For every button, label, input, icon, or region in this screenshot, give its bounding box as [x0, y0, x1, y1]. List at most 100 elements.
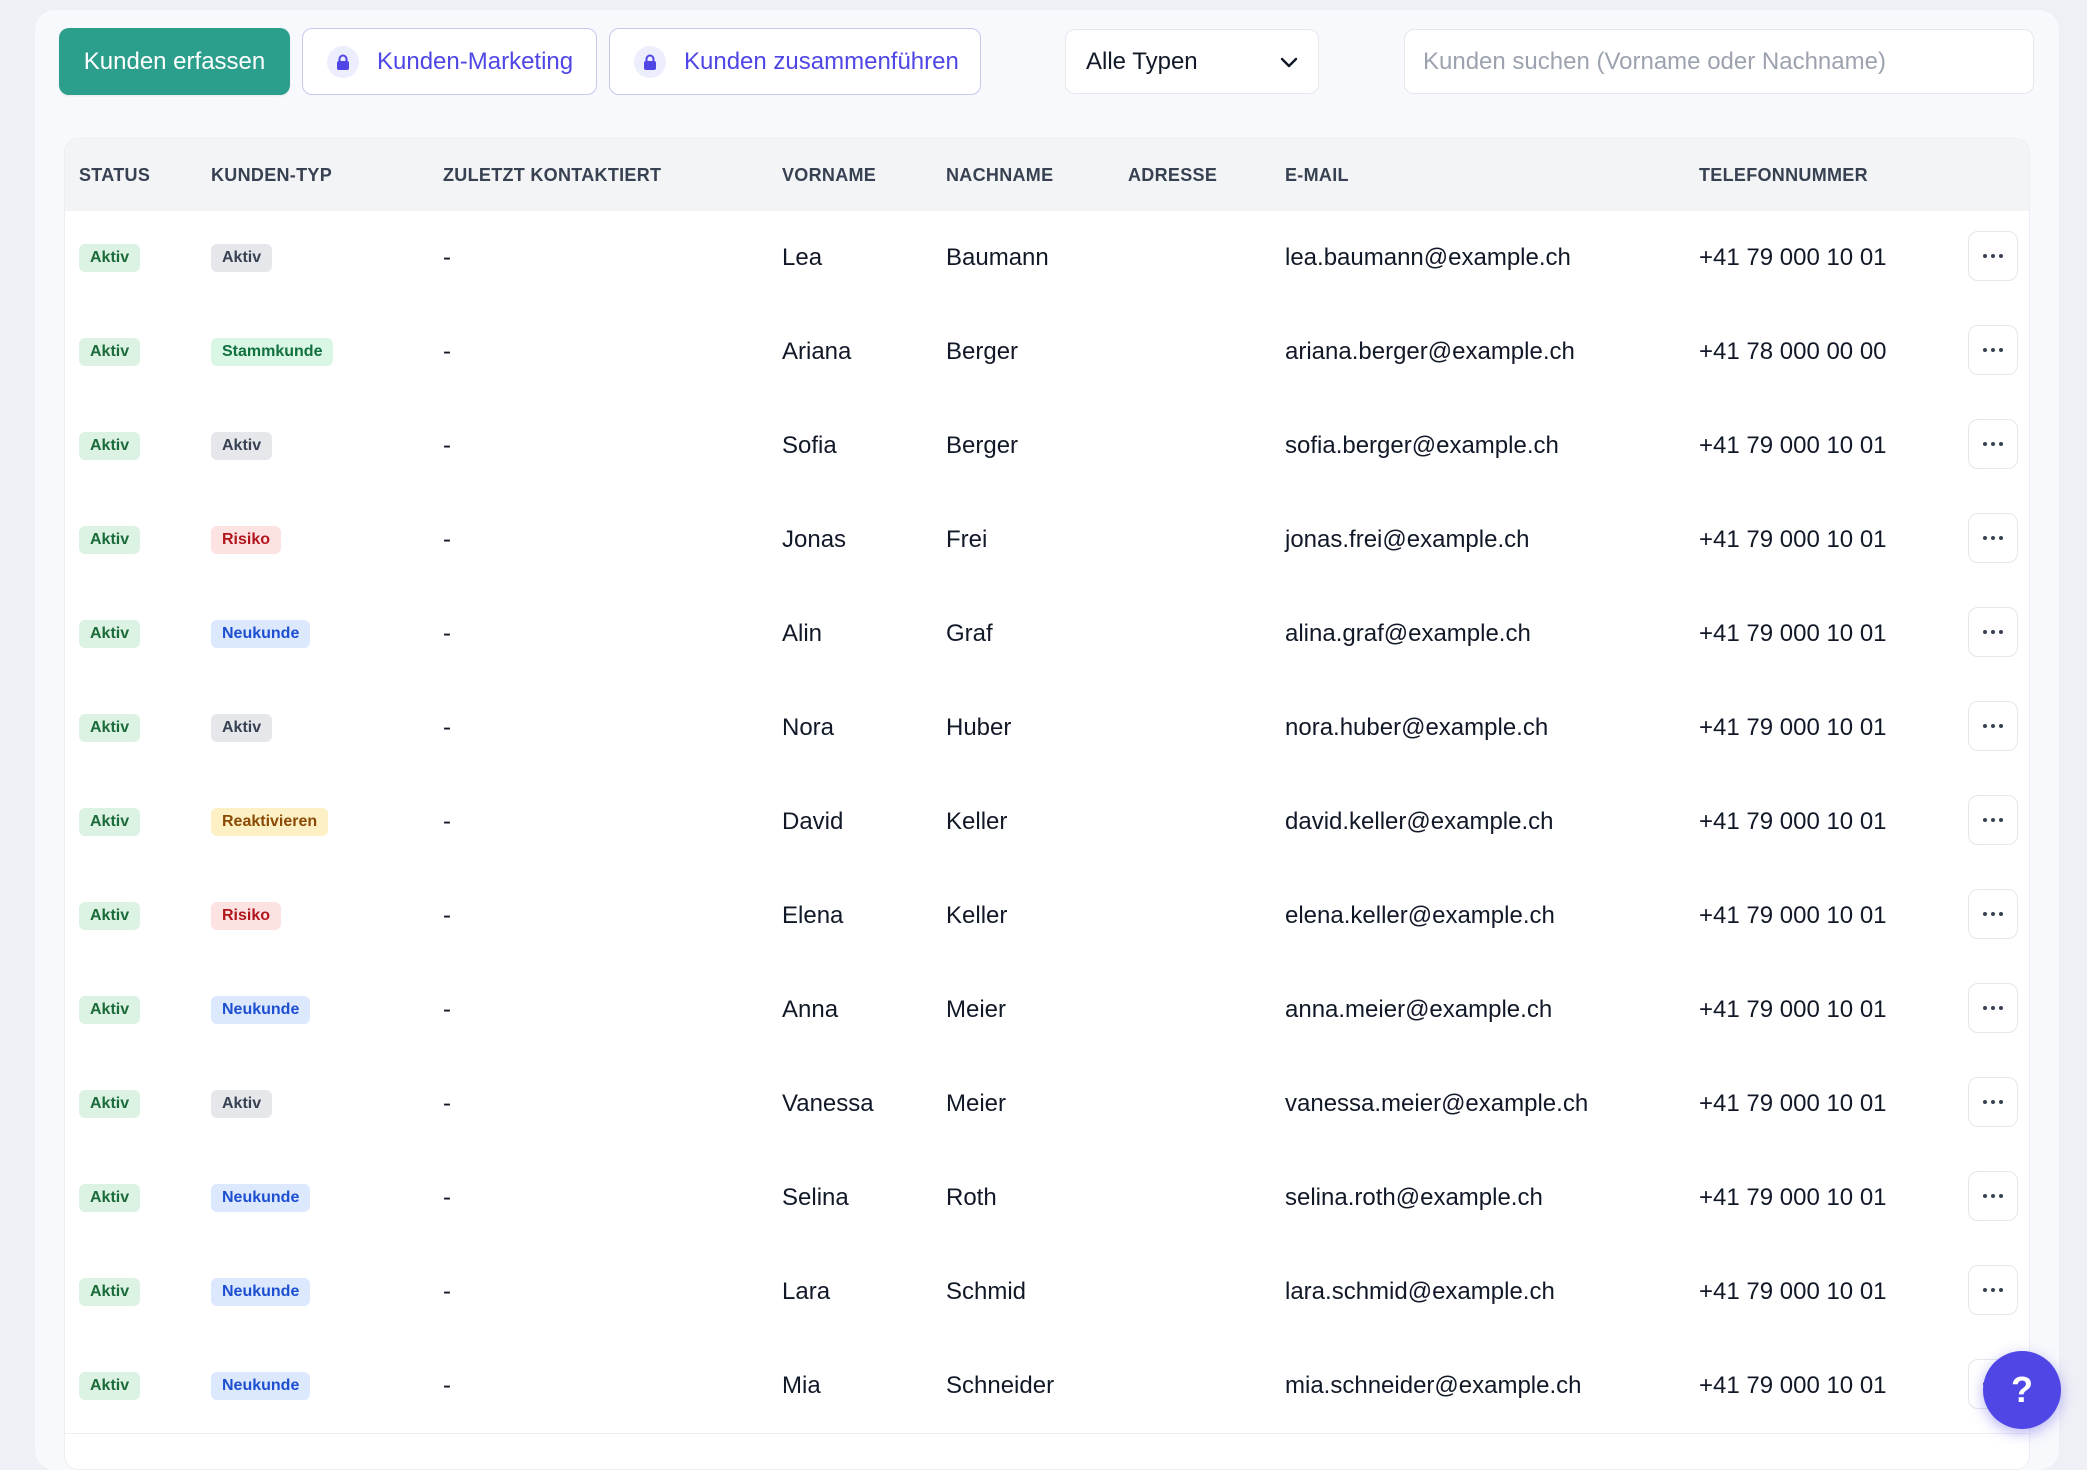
table-row[interactable]: Aktiv Neukunde - Selina Roth selina.roth@exam… [65, 1151, 2029, 1246]
customer-search-input[interactable] [1404, 29, 2034, 94]
customer-type-cell: Aktiv [211, 681, 273, 775]
more-dot [1991, 1006, 1995, 1010]
status-badge: Aktiv [79, 902, 141, 930]
phone-cell: +41 79 000 10 01 [1699, 1372, 1887, 1399]
customer-type-cell: Neukunde [211, 963, 311, 1057]
table-row[interactable]: Aktiv Stammkunde - Ariana Berger ariana.berge… [65, 305, 2029, 400]
customer-type-cell: Aktiv [211, 1057, 273, 1151]
create-customer-button[interactable]: Kunden erfassen [59, 28, 290, 95]
help-button[interactable]: ? [1983, 1351, 2061, 1429]
more-dot [1991, 912, 1995, 916]
status-cell: Aktiv [79, 1057, 141, 1151]
status-cell: Aktiv [79, 681, 141, 775]
customer-type-cell: Aktiv [211, 399, 273, 493]
table-row[interactable]: Aktiv Aktiv - Vanessa Meier vanessa.meier@exa… [65, 1057, 2029, 1152]
email-cell: vanessa.meier@example.ch [1285, 1090, 1589, 1117]
row-actions-button[interactable] [1968, 419, 2018, 469]
customer-type-cell: Neukunde [211, 587, 311, 681]
email-cell: jonas.frei@example.ch [1285, 526, 1530, 553]
status-badge: Aktiv [79, 714, 141, 742]
more-horizontal-icon [1983, 536, 1987, 540]
header-last-name[interactable]: NACHNAME [946, 139, 1053, 211]
customer-type-select[interactable]: Alle Typen [1065, 29, 1319, 94]
header-last-contacted[interactable]: ZULETZT KONTAKTIERT [443, 139, 661, 211]
last-name-cell: Graf [946, 620, 993, 647]
last-contacted-cell: - [443, 1090, 451, 1117]
last-contacted-cell: - [443, 808, 451, 835]
customer-marketing-button[interactable]: Kunden-Marketing [302, 28, 597, 95]
status-badge: Aktiv [79, 432, 141, 460]
first-name-cell: Sofia [782, 432, 837, 459]
status-cell: Aktiv [79, 399, 141, 493]
more-dot [1991, 254, 1995, 258]
status-cell: Aktiv [79, 1245, 141, 1339]
customer-type-badge: Neukunde [211, 620, 311, 648]
table-row[interactable]: Aktiv Risiko - Jonas Frei jonas.frei@example.… [65, 493, 2029, 588]
header-phone[interactable]: TELEFONNUMMER [1699, 139, 1868, 211]
row-actions-button[interactable] [1968, 1171, 2018, 1221]
table-row[interactable]: Aktiv Aktiv - Lea Baumann lea.baumann@example… [65, 211, 2029, 306]
last-name-cell: Meier [946, 996, 1007, 1023]
customer-type-cell: Neukunde [211, 1245, 311, 1339]
table-row[interactable]: Aktiv Risiko - Elena Keller elena.keller@exam… [65, 869, 2029, 964]
row-actions-button[interactable] [1968, 795, 2018, 845]
header-customer-type[interactable]: KUNDEN-TYP [211, 139, 332, 211]
table-row[interactable]: Aktiv Aktiv - Sofia Berger sofia.berger@examp… [65, 399, 2029, 494]
customer-table: STATUS KUNDEN-TYP ZULETZT KONTAKTIERT VO… [64, 138, 2030, 1470]
more-dot [1999, 1100, 2003, 1104]
row-actions-button[interactable] [1968, 1265, 2018, 1315]
customer-type-badge: Neukunde [211, 996, 311, 1024]
last-name-cell: Frei [946, 526, 988, 553]
merge-customers-button[interactable]: Kunden zusammenführen [609, 28, 981, 95]
lock-icon [327, 45, 359, 78]
header-status[interactable]: STATUS [79, 139, 150, 211]
row-actions-button[interactable] [1968, 231, 2018, 281]
row-actions-button[interactable] [1968, 701, 2018, 751]
header-email[interactable]: E-MAIL [1285, 139, 1349, 211]
customer-type-badge: Aktiv [211, 244, 273, 272]
table-row[interactable]: Aktiv Aktiv - Nora Huber nora.huber@example.c… [65, 681, 2029, 776]
row-actions-button[interactable] [1968, 607, 2018, 657]
status-cell: Aktiv [79, 1151, 141, 1245]
row-actions-button[interactable] [1968, 983, 2018, 1033]
customer-type-badge: Aktiv [211, 1090, 273, 1118]
row-actions-button[interactable] [1968, 1077, 2018, 1127]
row-actions-button[interactable] [1968, 325, 2018, 375]
status-badge: Aktiv [79, 1278, 141, 1306]
first-name-cell: Alin [782, 620, 823, 647]
more-dot [1999, 818, 2003, 822]
table-row[interactable]: Aktiv Neukunde - Mia Schneider mia.schneider@… [65, 1339, 2029, 1434]
phone-cell: +41 79 000 10 01 [1699, 1278, 1887, 1305]
last-contacted-cell: - [443, 244, 451, 271]
row-actions-button[interactable] [1968, 889, 2018, 939]
more-dot [1999, 1288, 2003, 1292]
lock-icon [634, 45, 666, 78]
email-cell: lea.baumann@example.ch [1285, 244, 1571, 271]
last-name-cell: Baumann [946, 244, 1049, 271]
last-contacted-cell: - [443, 432, 451, 459]
header-first-name[interactable]: VORNAME [782, 139, 876, 211]
table-row[interactable]: Aktiv Neukunde - Lara Schmid lara.schmid@exam… [65, 1245, 2029, 1340]
merge-customers-label: Kunden zusammenführen [684, 47, 959, 75]
email-cell: elena.keller@example.ch [1285, 902, 1555, 929]
last-name-cell: Schmid [946, 1278, 1027, 1305]
customer-type-badge: Aktiv [211, 714, 273, 742]
table-row[interactable]: Aktiv Neukunde - Alin Graf alina.graf@example… [65, 587, 2029, 682]
first-name-cell: Lara [782, 1278, 831, 1305]
last-name-cell: Berger [946, 432, 1019, 459]
email-cell: sofia.berger@example.ch [1285, 432, 1559, 459]
customer-type-cell: Neukunde [211, 1339, 311, 1433]
status-badge: Aktiv [79, 1090, 141, 1118]
table-row[interactable]: Aktiv Neukunde - Anna Meier anna.meier@exampl… [65, 963, 2029, 1058]
more-dot [1991, 724, 1995, 728]
table-row[interactable]: Aktiv Reaktivieren - David Keller david.kelle… [65, 775, 2029, 870]
row-actions-button[interactable] [1968, 513, 2018, 563]
email-cell: selina.roth@example.ch [1285, 1184, 1543, 1211]
header-address[interactable]: ADRESSE [1128, 139, 1217, 211]
last-contacted-cell: - [443, 1372, 451, 1399]
status-cell: Aktiv [79, 493, 141, 587]
first-name-cell: Nora [782, 714, 835, 741]
more-dot [1999, 630, 2003, 634]
phone-cell: +41 79 000 10 01 [1699, 808, 1887, 835]
customer-type-badge: Risiko [211, 526, 282, 554]
